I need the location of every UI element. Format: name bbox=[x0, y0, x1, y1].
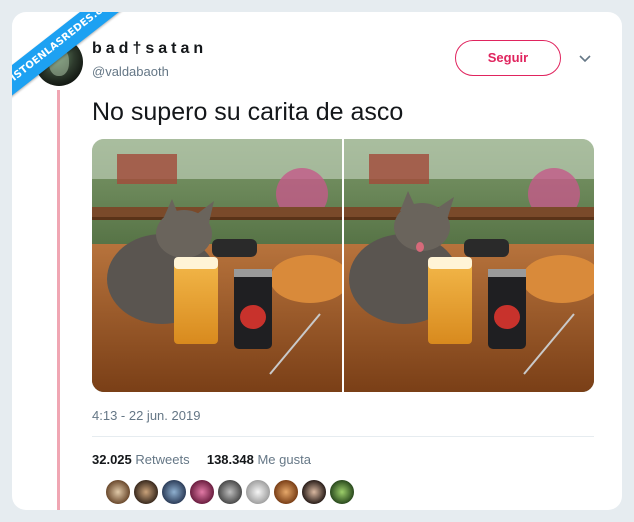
likes-count[interactable]: 138.348 bbox=[207, 452, 254, 467]
user-handle[interactable]: @valdabaoth bbox=[92, 64, 169, 79]
liker-avatar[interactable] bbox=[217, 479, 243, 505]
follow-button[interactable]: Seguir bbox=[455, 40, 561, 76]
photo-kitten-sniffing-beer[interactable] bbox=[92, 139, 342, 392]
thread-line bbox=[57, 90, 60, 510]
liker-avatar[interactable] bbox=[301, 479, 327, 505]
liker-avatar[interactable] bbox=[105, 479, 131, 505]
display-name[interactable]: bad†satan bbox=[92, 40, 207, 58]
liker-avatar[interactable] bbox=[273, 479, 299, 505]
retweets-count[interactable]: 32.025 bbox=[92, 452, 132, 467]
liker-avatar[interactable] bbox=[133, 479, 159, 505]
tweet-text: No supero su carita de asco bbox=[92, 98, 404, 126]
tweet-stats: 32.025 Retweets 138.348 Me gusta bbox=[92, 452, 311, 467]
chevron-down-icon[interactable] bbox=[578, 52, 592, 66]
liker-avatar[interactable] bbox=[161, 479, 187, 505]
tweet-media[interactable] bbox=[92, 139, 594, 392]
likes-label[interactable]: Me gusta bbox=[257, 452, 310, 467]
photo-kitten-disgusted-face[interactable] bbox=[344, 139, 594, 392]
tweet-card: VISTOENLASREDES.com bad†satan @valdabaot… bbox=[12, 12, 622, 510]
divider bbox=[92, 436, 594, 437]
liker-avatar[interactable] bbox=[329, 479, 355, 505]
retweets-label[interactable]: Retweets bbox=[135, 452, 189, 467]
liker-avatar[interactable] bbox=[245, 479, 271, 505]
tweet-timestamp[interactable]: 4:13 - 22 jun. 2019 bbox=[92, 408, 200, 423]
liker-avatar[interactable] bbox=[189, 479, 215, 505]
